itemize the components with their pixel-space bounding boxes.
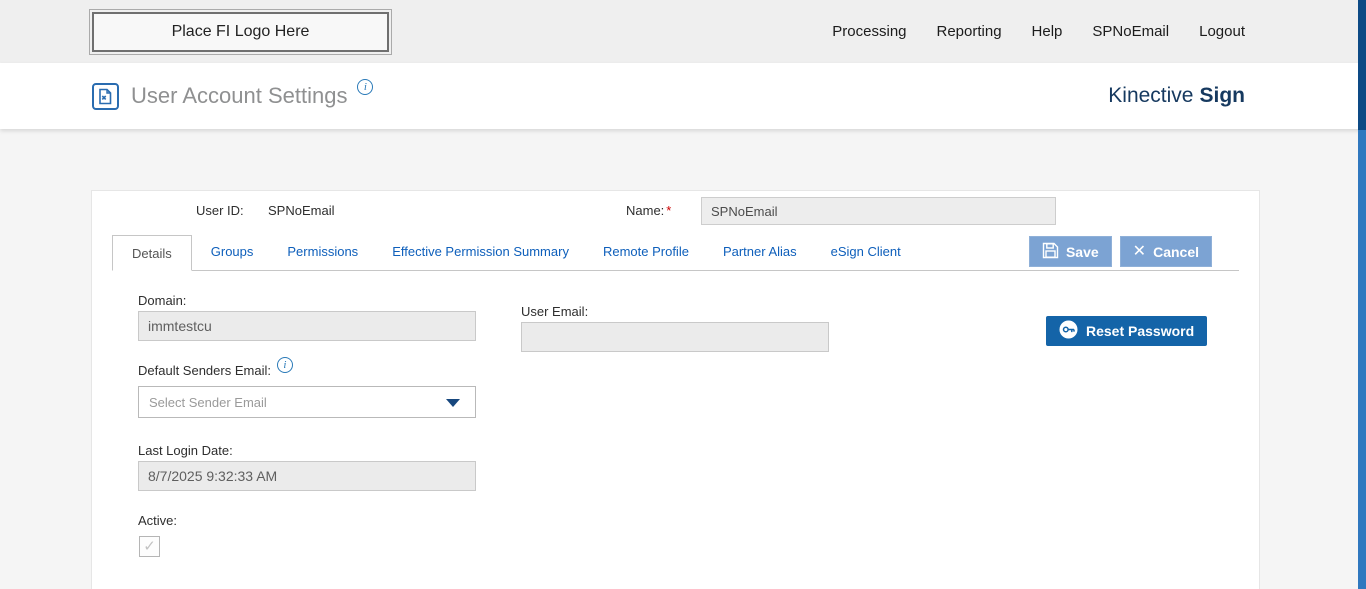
tab-details[interactable]: Details [112, 235, 192, 271]
tab-actions: Save ✕ Cancel [1028, 236, 1212, 267]
key-icon [1059, 320, 1078, 342]
account-identity-row: User ID: SPNoEmail Name: * [92, 191, 1259, 234]
info-glyph: i [363, 81, 367, 93]
last-login-date-input [138, 461, 476, 491]
tab-permissions[interactable]: Permissions [287, 244, 358, 259]
active-label: Active: [138, 513, 178, 528]
top-nav: Processing Reporting Help SPNoEmail Logo… [832, 23, 1245, 40]
tab-esign-client[interactable]: eSign Client [831, 244, 901, 259]
name-label-text: Name: [626, 203, 665, 218]
cancel-label: Cancel [1153, 243, 1199, 260]
default-sender-email-placeholder: Select Sender Email [149, 394, 267, 410]
nav-current-user[interactable]: SPNoEmail [1092, 23, 1169, 40]
info-glyph: i [283, 359, 287, 371]
fi-logo-placeholder: Place FI Logo Here [89, 8, 392, 55]
nav-reporting[interactable]: Reporting [937, 23, 1002, 40]
user-id-value: SPNoEmail [268, 203, 335, 218]
tab-effective-permission-summary[interactable]: Effective Permission Summary [392, 244, 569, 259]
user-account-card: User ID: SPNoEmail Name:* Details Groups… [91, 190, 1260, 589]
user-id-label: User ID: [196, 203, 244, 218]
default-senders-email-label-row: Default Senders Email: i [138, 357, 293, 378]
page-title: User Account Settings [131, 83, 348, 108]
domain-input [138, 311, 476, 341]
dropdown-caret-icon [446, 399, 460, 407]
nav-logout[interactable]: Logout [1199, 23, 1245, 40]
default-sender-email-select[interactable]: Select Sender Email [138, 386, 476, 418]
reset-password-button[interactable]: Reset Password [1046, 316, 1208, 346]
default-senders-email-label: Default Senders Email: [138, 362, 271, 378]
brand-name-regular: Kinective [1108, 84, 1194, 107]
name-input[interactable] [701, 197, 1056, 225]
tab-partner-alias[interactable]: Partner Alias [723, 244, 797, 259]
brand-name-bold: Sign [1199, 84, 1246, 107]
default-senders-email-info-icon[interactable]: i [276, 357, 293, 373]
cancel-button[interactable]: ✕ Cancel [1119, 236, 1212, 267]
domain-label: Domain: [138, 293, 187, 308]
last-login-date-label: Last Login Date: [138, 443, 233, 458]
name-label: Name: * [626, 203, 671, 218]
user-account-settings-icon [92, 82, 119, 110]
user-email-input [521, 322, 829, 352]
tab-remote-profile[interactable]: Remote Profile [603, 244, 689, 259]
save-button[interactable]: Save [1028, 236, 1112, 267]
nav-help[interactable]: Help [1032, 23, 1063, 40]
title-info-icon[interactable]: i [357, 79, 374, 95]
details-form: Domain: User Email: Reset Password Defau… [92, 271, 1259, 589]
reset-password-label: Reset Password [1086, 323, 1195, 339]
tab-bar: Details Groups Permissions Effective Per… [112, 234, 1239, 271]
fi-logo-text: Place FI Logo Here [171, 22, 310, 40]
save-icon [1042, 242, 1059, 262]
scrollbar[interactable] [1358, 0, 1366, 589]
page-header: User Account Settings i Kinective Sign [0, 63, 1366, 129]
top-bar: Place FI Logo Here Processing Reporting … [0, 0, 1366, 63]
tab-groups[interactable]: Groups [211, 244, 254, 259]
brand-logo: Kinective Sign [1108, 84, 1245, 108]
page-header-left: User Account Settings i [92, 79, 374, 110]
cancel-x-icon: ✕ [1132, 242, 1147, 260]
required-asterisk: * [666, 203, 672, 218]
main-content: User ID: SPNoEmail Name:* Details Groups… [0, 190, 1366, 589]
nav-processing[interactable]: Processing [832, 23, 906, 40]
check-icon: ✓ [143, 538, 156, 555]
active-checkbox[interactable]: ✓ [139, 536, 160, 557]
save-label: Save [1065, 243, 1099, 260]
scrollbar-thumb[interactable] [1358, 0, 1366, 130]
user-email-label: User Email: [521, 304, 589, 319]
